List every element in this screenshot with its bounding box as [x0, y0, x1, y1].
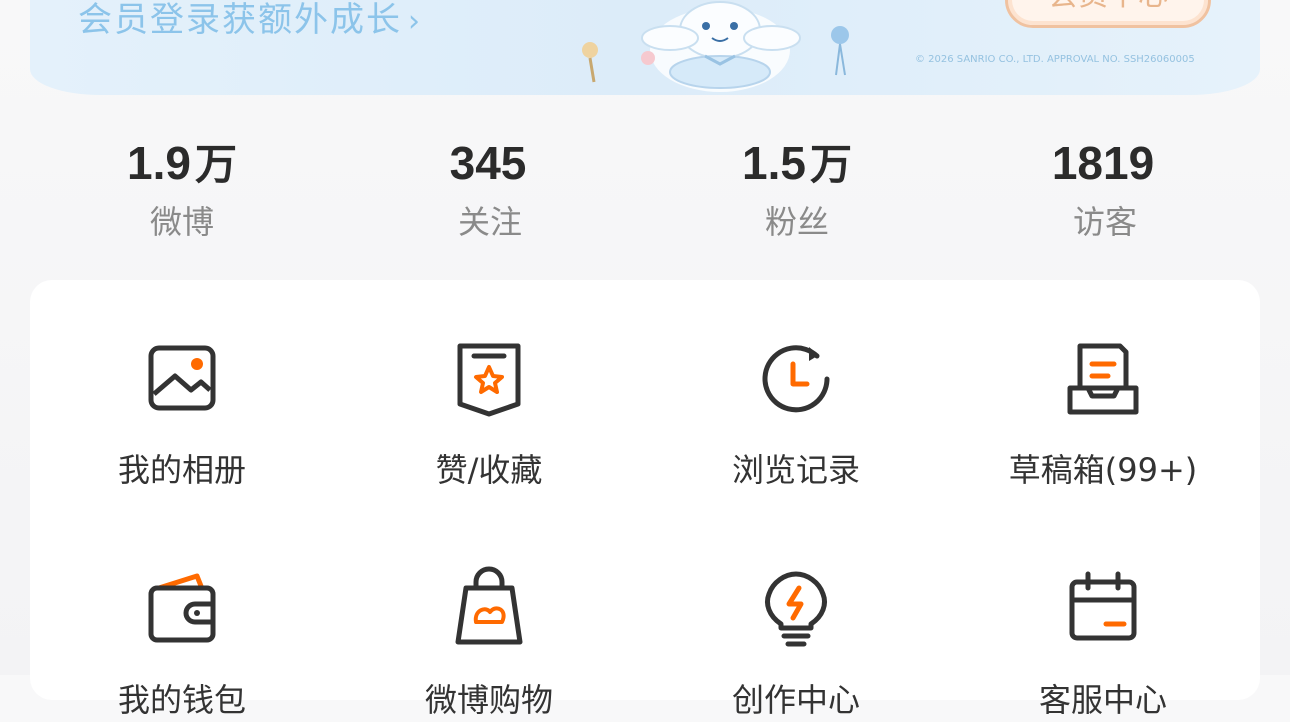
menu-item-label: 客服中心: [1038, 681, 1167, 719]
stat-label: 访客: [1072, 203, 1137, 241]
draft-tray-icon: [1067, 343, 1139, 415]
stat-value: 1.9万: [127, 137, 237, 189]
menu-item-label: 创作中心: [731, 681, 860, 719]
menu-item-creator[interactable]: 创作中心: [646, 564, 946, 722]
member-banner[interactable]: 会员登录获额外成长› 会员中心 © 2026 SANRIO CO., LTD. …: [30, 0, 1260, 95]
photo-album-icon: [148, 345, 216, 411]
menu-item-label: 我的钱包: [117, 681, 246, 719]
stat-value: 1819: [1051, 137, 1155, 189]
copyright-text: © 2026 SANRIO CO., LTD. APPROVAL NO. SSH…: [915, 54, 1195, 65]
menu-item-history[interactable]: 浏览记录: [646, 334, 946, 492]
profile-stats: 1.9万 微博 345 关注 1.5万 粉丝 1819 访客: [30, 128, 1260, 248]
menu-item-likes-favorites[interactable]: 赞/收藏: [339, 334, 639, 492]
menu-item-label: 微博购物: [424, 681, 553, 719]
wallet-icon: [148, 573, 216, 643]
stat-value: 1.5万: [742, 137, 852, 189]
member-promo-text: 会员登录获额外成长: [78, 0, 402, 40]
shopping-bag-icon: [455, 566, 523, 645]
lightbulb-icon: [765, 571, 827, 647]
history-clock-icon: [762, 345, 830, 413]
menu-item-service[interactable]: 客服中心: [953, 564, 1253, 722]
stat-weibo[interactable]: 1.9万 微博: [82, 128, 282, 244]
menu-item-label: 草稿箱(99+): [1008, 451, 1198, 489]
stat-label: 粉丝: [764, 203, 829, 241]
menu-item-drafts[interactable]: 草稿箱(99+): [953, 334, 1253, 492]
bookmark-star-icon: [457, 343, 521, 417]
menu-item-label: 浏览记录: [731, 451, 860, 489]
stat-following[interactable]: 345 关注: [390, 128, 590, 244]
menu-item-album[interactable]: 我的相册: [32, 334, 332, 492]
stat-value: 345: [449, 137, 527, 189]
member-center-button[interactable]: 会员中心: [1005, 0, 1211, 28]
chevron-right-icon: ›: [408, 4, 422, 39]
cinnamoroll-illustration: [582, 1, 849, 92]
stat-visitors[interactable]: 1819 访客: [1005, 128, 1205, 244]
menu-item-label: 我的相册: [117, 451, 246, 489]
member-promo-link[interactable]: 会员登录获额外成长 ›: [78, 0, 422, 42]
stat-followers[interactable]: 1.5万 粉丝: [697, 128, 897, 244]
menu-item-wallet[interactable]: 我的钱包: [32, 564, 332, 722]
shortcut-card: 我的相册 赞/收藏 浏览记录 草稿箱(99+) 我的钱包 微博购物 创作中心 客…: [30, 280, 1260, 719]
calendar-icon: [1069, 571, 1137, 641]
stat-label: 微博: [149, 203, 214, 241]
menu-item-shopping[interactable]: 微博购物: [339, 564, 639, 722]
stat-label: 关注: [457, 203, 522, 241]
menu-item-label: 赞/收藏: [435, 451, 543, 489]
